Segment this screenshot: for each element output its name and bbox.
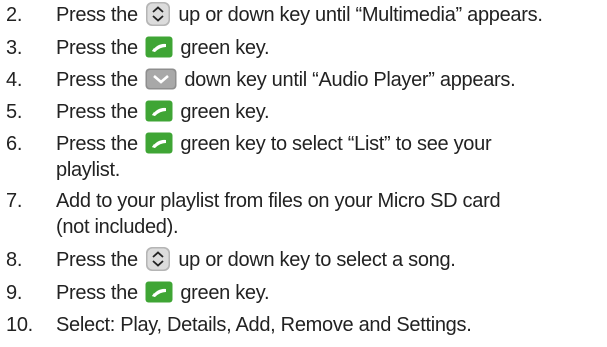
step-text: up or down key until “Multimedia” appear… xyxy=(178,4,543,26)
step-text: down key until “Audio Player” appears. xyxy=(184,69,516,91)
step-number: 5. xyxy=(6,101,23,123)
step-number: 8. xyxy=(6,249,23,271)
step-text: Add to your playlist from files on your … xyxy=(56,190,501,212)
step-text: green key. xyxy=(180,101,270,123)
green-key-icon xyxy=(145,132,173,154)
step-number: 6. xyxy=(6,133,23,155)
step-text: Select: Play, Details, Add, Remove and S… xyxy=(56,314,472,336)
step-number: 4. xyxy=(6,69,23,91)
step-text: Press the xyxy=(56,282,138,304)
step-text: Press the xyxy=(56,249,138,271)
step-text: Press the xyxy=(56,37,138,59)
step-number: 10. xyxy=(6,314,33,336)
step-text: green key. xyxy=(180,282,270,304)
step-number: 3. xyxy=(6,37,23,59)
up-down-key-icon xyxy=(146,1,171,26)
step-number: 2. xyxy=(6,4,23,26)
instruction-steps: 2. Press the up or down key until “Multi… xyxy=(0,0,607,347)
step-text: Press the xyxy=(56,133,138,155)
down-key-icon xyxy=(145,68,177,90)
step-text: Press the xyxy=(56,4,138,26)
step-number: 9. xyxy=(6,282,23,304)
step-text: Press the xyxy=(56,69,138,91)
step-number: 7. xyxy=(6,190,23,212)
green-key-icon xyxy=(145,36,173,58)
green-key-icon xyxy=(145,100,173,122)
step-text: playlist. xyxy=(56,159,120,181)
step-text: green key to select “List” to see your xyxy=(180,133,492,155)
step-text: (not included). xyxy=(56,216,179,238)
green-key-icon xyxy=(145,281,173,303)
step-text: Press the xyxy=(56,101,138,123)
up-down-key-icon xyxy=(146,246,171,271)
step-text: green key. xyxy=(180,37,270,59)
step-text: up or down key to select a song. xyxy=(178,249,456,271)
